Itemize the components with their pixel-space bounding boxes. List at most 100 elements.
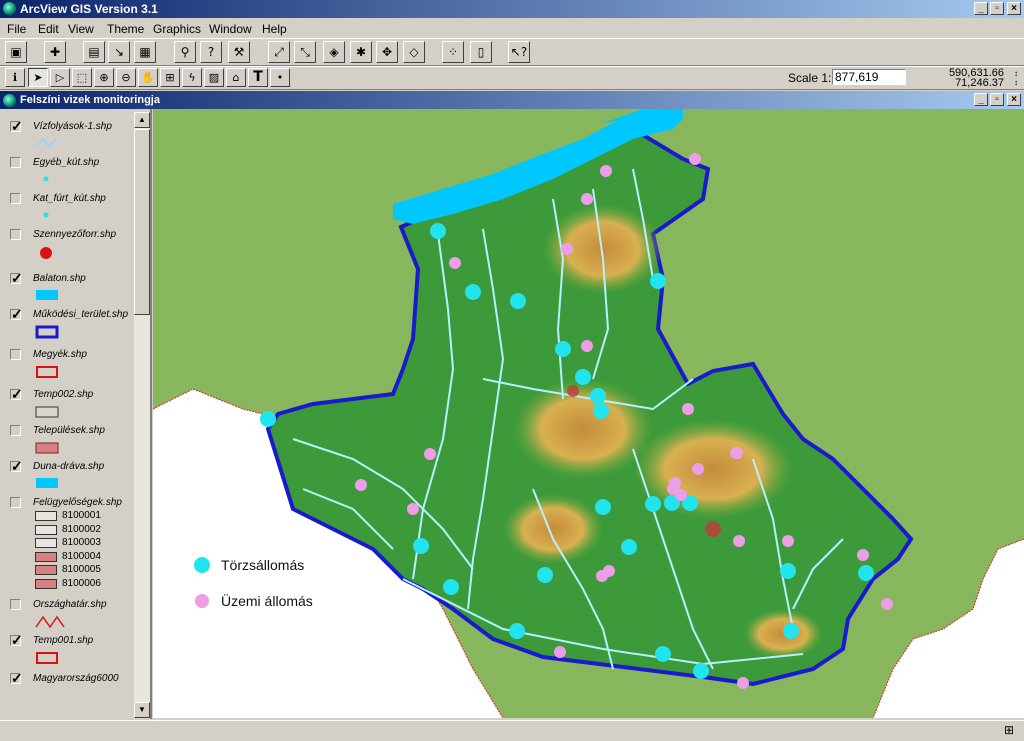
torzs-station-marker[interactable] xyxy=(509,623,525,639)
torzs-station-marker[interactable] xyxy=(650,273,666,289)
open-table-icon[interactable]: ▦ xyxy=(134,41,156,63)
menu-theme[interactable]: Theme xyxy=(107,22,144,36)
theme-visibility-checkbox[interactable] xyxy=(10,229,21,240)
menu-help[interactable]: Help xyxy=(262,22,287,36)
torzs-station-marker[interactable] xyxy=(858,565,874,581)
theme-visibility-checkbox[interactable] xyxy=(10,425,21,436)
add-theme-icon[interactable]: ✚ xyxy=(44,41,66,63)
torzs-station-marker[interactable] xyxy=(593,403,609,419)
hotlink-icon[interactable]: ϟ xyxy=(182,68,202,87)
theme-visibility-checkbox[interactable] xyxy=(10,599,21,610)
uzemi-station-marker[interactable] xyxy=(449,257,461,269)
torzs-station-marker[interactable] xyxy=(575,369,591,385)
edit-legend-icon[interactable]: ↘ xyxy=(108,41,130,63)
find-binoculars-icon[interactable]: ⚲ xyxy=(174,41,196,63)
help-pointer-icon[interactable]: ↖? xyxy=(508,41,530,63)
zoom-in-icon[interactable]: ✱ xyxy=(350,41,372,63)
theme-visibility-checkbox[interactable]: ✓ xyxy=(10,307,23,321)
identify-icon[interactable]: ℹ xyxy=(5,68,25,87)
menu-view[interactable]: View xyxy=(68,22,94,36)
save-project-icon[interactable]: ▣ xyxy=(5,41,27,63)
theme-visibility-checkbox[interactable]: ✓ xyxy=(10,633,23,647)
torzs-station-marker[interactable] xyxy=(555,341,571,357)
uzemi-station-marker[interactable] xyxy=(689,153,701,165)
theme-visibility-checkbox[interactable]: ✓ xyxy=(10,271,23,285)
uzemi-station-marker[interactable] xyxy=(407,503,419,515)
uzemi-station-marker[interactable] xyxy=(675,489,687,501)
uzemi-station-marker[interactable] xyxy=(554,646,566,658)
text-tool-icon[interactable]: T xyxy=(248,68,268,87)
uzemi-station-marker[interactable] xyxy=(731,447,743,459)
view-maximize-button[interactable]: ▫ xyxy=(990,93,1004,106)
uzemi-station-marker[interactable] xyxy=(881,598,893,610)
uzemi-station-marker[interactable] xyxy=(600,165,612,177)
menu-edit[interactable]: Edit xyxy=(38,22,59,36)
uzemi-station-marker[interactable] xyxy=(355,479,367,491)
theme-visibility-checkbox[interactable]: ✓ xyxy=(10,119,23,133)
area-of-interest-icon[interactable]: ▨ xyxy=(204,68,224,87)
uzemi-station-marker[interactable] xyxy=(857,549,869,561)
close-button[interactable]: × xyxy=(1007,2,1021,15)
locate-address-icon[interactable]: ⚒ xyxy=(228,41,250,63)
scroll-down-icon[interactable]: ▼ xyxy=(134,702,150,718)
minimize-button[interactable]: _ xyxy=(974,2,988,15)
uzemi-station-marker[interactable] xyxy=(733,535,745,547)
torzs-station-marker[interactable] xyxy=(783,623,799,639)
theme-visibility-checkbox[interactable]: ✓ xyxy=(10,387,23,401)
zoom-in-tool-icon[interactable]: ⊕ xyxy=(94,68,114,87)
theme-visibility-checkbox[interactable] xyxy=(10,193,21,204)
torzs-station-marker[interactable] xyxy=(430,223,446,239)
uzemi-station-marker[interactable] xyxy=(782,535,794,547)
torzs-station-marker[interactable] xyxy=(465,284,481,300)
resize-grip-icon[interactable]: ⊞ xyxy=(1004,723,1018,737)
uzemi-station-marker[interactable] xyxy=(561,243,573,255)
zoom-out-icon[interactable]: ✥ xyxy=(376,41,398,63)
theme-visibility-checkbox[interactable] xyxy=(10,349,21,360)
menu-graphics[interactable]: Graphics xyxy=(153,22,201,36)
query-builder-icon[interactable]: ? xyxy=(200,41,222,63)
scale-input[interactable]: 877,619 xyxy=(832,69,906,85)
label-icon[interactable]: ⌂ xyxy=(226,68,246,87)
scroll-thumb[interactable] xyxy=(134,129,150,315)
vertex-edit-icon[interactable]: ▷ xyxy=(50,68,70,87)
theme-visibility-checkbox[interactable] xyxy=(10,497,21,508)
uzemi-station-marker[interactable] xyxy=(596,570,608,582)
uzemi-station-marker[interactable] xyxy=(581,193,593,205)
select-feature-icon[interactable]: ⬚ xyxy=(72,68,92,87)
uzemi-station-marker[interactable] xyxy=(682,403,694,415)
torzs-station-marker[interactable] xyxy=(260,411,276,427)
theme-visibility-checkbox[interactable]: ✓ xyxy=(10,459,23,473)
menu-file[interactable]: File xyxy=(7,22,26,36)
view-minimize-button[interactable]: _ xyxy=(974,93,988,106)
zoom-full-extent-icon[interactable]: ⤢ xyxy=(268,41,290,63)
torzs-station-marker[interactable] xyxy=(510,293,526,309)
uzemi-station-marker[interactable] xyxy=(692,463,704,475)
torzs-station-marker[interactable] xyxy=(537,567,553,583)
torzs-station-marker[interactable] xyxy=(780,563,796,579)
torzs-station-marker[interactable] xyxy=(621,539,637,555)
zoom-selected-icon[interactable]: ◈ xyxy=(323,41,345,63)
theme-visibility-checkbox[interactable] xyxy=(10,157,21,168)
menu-window[interactable]: Window xyxy=(209,22,252,36)
pan-hand-icon[interactable]: ✋ xyxy=(138,68,158,87)
torzs-station-marker[interactable] xyxy=(590,388,606,404)
clear-selection-icon[interactable]: ▯ xyxy=(470,41,492,63)
scroll-up-icon[interactable]: ▲ xyxy=(134,112,150,128)
zoom-previous-icon[interactable]: ◇ xyxy=(403,41,425,63)
map-canvas[interactable]: Törzsállomás Üzemi állomás xyxy=(153,109,1024,718)
uzemi-station-marker[interactable] xyxy=(581,340,593,352)
measure-icon[interactable]: ⊞ xyxy=(160,68,180,87)
theme-visibility-checkbox[interactable]: ✓ xyxy=(10,671,23,685)
select-features-icon[interactable]: ⁘ xyxy=(442,41,464,63)
torzs-station-marker[interactable] xyxy=(645,496,661,512)
zoom-active-themes-icon[interactable]: ⤡ xyxy=(294,41,316,63)
zoom-out-tool-icon[interactable]: ⊖ xyxy=(116,68,136,87)
view-close-button[interactable]: × xyxy=(1007,93,1021,106)
torzs-station-marker[interactable] xyxy=(595,499,611,515)
theme-properties-icon[interactable]: ▤ xyxy=(83,41,105,63)
restore-button[interactable]: ▫ xyxy=(990,2,1004,15)
torzs-station-marker[interactable] xyxy=(655,646,671,662)
torzs-station-marker[interactable] xyxy=(413,538,429,554)
uzemi-station-marker[interactable] xyxy=(669,477,681,489)
torzs-station-marker[interactable] xyxy=(693,663,709,679)
